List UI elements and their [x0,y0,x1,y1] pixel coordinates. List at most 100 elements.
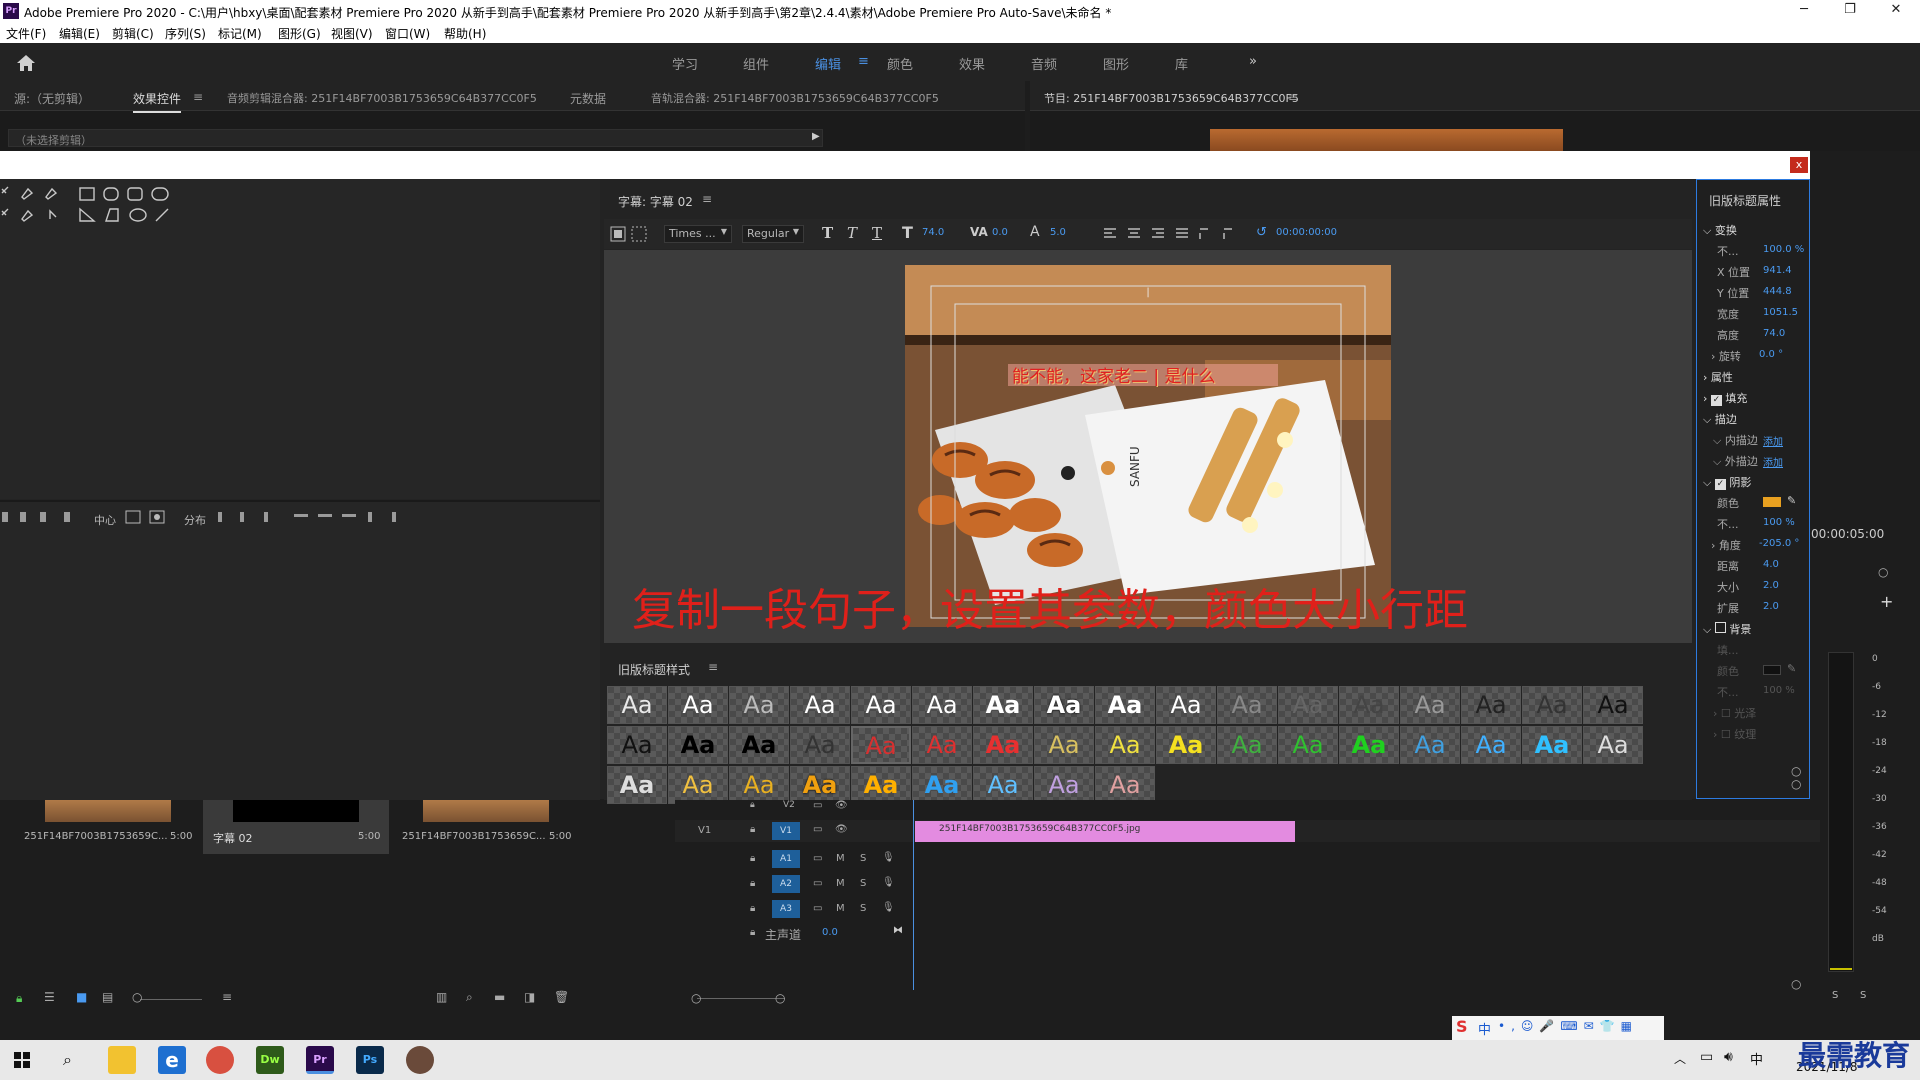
track-a2-mic-icon[interactable]: 🎙︎ [882,877,895,888]
shadow-section[interactable]: ⌵ ✓ 阴影 [1703,474,1751,490]
style-swatch[interactable]: Aa [851,766,911,804]
style-swatch[interactable]: Aa [1095,726,1155,764]
style-swatch[interactable]: Aa [668,766,728,804]
style-swatch[interactable]: Aa [1095,766,1155,804]
workspace-overflow-button[interactable]: » [1249,54,1257,69]
file-explorer-icon[interactable] [108,1046,136,1074]
font-size-value[interactable]: 74.0 [922,227,944,238]
workspace-editing[interactable]: 编辑 [815,54,841,73]
menu-graphics[interactable]: 图形(G) [278,25,321,42]
angle-value[interactable]: -205.0 ° [1759,538,1799,549]
search-icon[interactable]: ⌕ [63,1050,72,1070]
track-a1-lock-icon[interactable]: 🔒︎ [750,853,755,864]
track-v2-eye-icon[interactable]: 👁︎ [835,800,848,811]
lock-icon[interactable]: 🔒︎ [16,991,22,1006]
style-swatch[interactable]: Aa [607,726,667,764]
leading-value[interactable]: 5.0 [1050,227,1066,238]
styles-menu-icon[interactable]: ≡ [708,660,718,674]
style-swatch[interactable]: Aa [1034,766,1094,804]
tray-arrow-icon[interactable]: ︿ [1674,1050,1686,1067]
track-v2-sync-icon[interactable]: ▭ [813,800,822,811]
tab-menu-icon[interactable]: ≡ [193,90,203,104]
align-icons[interactable] [0,510,90,524]
timeline-scroll-handle-3[interactable]: ○ [1791,977,1801,991]
tab-program[interactable]: 节目: 251F14BF7003B1753659C64B377CC0F5 [1044,90,1299,106]
ime-indicator[interactable]: 中 [1750,1049,1763,1068]
track-a1-sync-icon[interactable]: ▭ [813,853,822,864]
angle-row[interactable]: › 角度 [1711,537,1741,553]
style-swatch[interactable]: Aa [1583,726,1643,764]
app-icon[interactable] [206,1046,234,1074]
menu-window[interactable]: 窗口(W) [385,25,430,42]
sort-icon[interactable]: ≡ [222,990,232,1004]
edge-icon[interactable]: e [158,1046,186,1074]
background-checkbox[interactable] [1714,622,1726,633]
titler-timecode[interactable]: 00:00:00:00 [1276,227,1337,238]
new-bin-icon[interactable]: ▬ [494,990,505,1004]
workspace-color[interactable]: 颜色 [887,54,913,73]
style-swatch[interactable]: Aa [729,686,789,724]
style-swatch[interactable]: Aa [1522,726,1582,764]
style-swatch[interactable]: Aa [1156,726,1216,764]
height-value[interactable]: 74.0 [1763,328,1785,339]
rotation-row[interactable]: › 旋转 [1711,348,1741,364]
style-swatch[interactable]: Aa [1095,686,1155,724]
italic-button[interactable]: T [847,224,857,242]
network-icon[interactable]: ▭ [1700,1049,1713,1065]
master-end-icon[interactable]: ⧓ [893,925,903,936]
y-position-value[interactable]: 444.8 [1763,286,1792,297]
workspace-menu-icon[interactable]: ≡ [858,54,869,69]
program-menu-icon[interactable]: ≡ [1288,90,1298,104]
menu-sequence[interactable]: 序列(S) [165,25,206,42]
tab-audio-track-mixer[interactable]: 音轨混合器: 251F14BF7003B1753659C64B377CC0F5 [651,90,939,106]
ime-toolbar[interactable]: S 中 •,☺🎤⌨✉👕▦ [1452,1016,1664,1040]
fill-checkbox[interactable]: ✓ [1710,395,1722,406]
master-volume[interactable]: 0.0 [822,927,838,938]
track-a2-mute[interactable]: M [836,878,845,889]
menu-clip[interactable]: 剪辑(C) [112,25,154,42]
track-v1-lock-icon[interactable]: 🔒︎ [750,824,755,835]
style-swatch[interactable]: Aa [1339,686,1399,724]
style-swatch[interactable]: Aa [790,686,850,724]
master-lock-icon[interactable]: 🔒︎ [750,927,755,938]
width-value[interactable]: 1051.5 [1763,307,1798,318]
tab-source[interactable]: 源:（无剪辑） [14,90,90,107]
attributes-section[interactable]: › 属性 [1703,369,1733,385]
distribute-icons[interactable] [214,510,414,524]
close-window-button[interactable]: ✕ [1876,2,1916,20]
titler-tab-menu-icon[interactable]: ≡ [702,192,712,206]
user-app-icon[interactable] [406,1046,434,1074]
style-swatch[interactable]: Aa [851,726,911,764]
style-swatch[interactable]: Aa [1217,726,1277,764]
source-v1-label[interactable]: V1 [698,825,711,836]
zoom-handle-right[interactable]: ○ [775,991,785,1005]
timeline-timecode[interactable]: 00:00:05:00 [1811,527,1884,541]
zoom-slider-handle[interactable]: ○ [132,990,142,1004]
eyedropper-icon[interactable]: ✎ [1787,494,1796,507]
track-v2-lock-icon[interactable]: 🔒︎ [750,800,755,810]
shadow-checkbox[interactable]: ✓ [1714,479,1726,490]
style-swatch[interactable]: Aa [1339,726,1399,764]
track-a3-sync-icon[interactable]: ▭ [813,903,822,914]
menu-help[interactable]: 帮助(H) [444,25,486,42]
track-a2-solo[interactable]: S [860,878,866,889]
style-swatch[interactable]: Aa [1461,726,1521,764]
zoom-handle-left[interactable]: ○ [691,991,701,1005]
meter-solo-right[interactable]: S [1860,990,1866,1001]
automate-icon[interactable]: ▥ [436,990,447,1004]
fill-section[interactable]: › ✓ 填充 [1703,390,1747,406]
photoshop-icon[interactable]: Ps [356,1046,384,1074]
style-swatch[interactable]: Aa [1034,726,1094,764]
premiere-taskbar-icon[interactable]: Pr [306,1046,334,1074]
track-v1-sync-icon[interactable]: ▭ [813,824,822,835]
style-swatch[interactable]: Aa [1400,686,1460,724]
shadow-opacity-value[interactable]: 100 % [1763,517,1795,528]
titler-close-button[interactable]: x [1790,157,1808,173]
bold-button[interactable]: T [822,224,833,242]
opacity-value[interactable]: 100.0 % [1763,244,1804,255]
style-swatch[interactable]: Aa [973,686,1033,724]
workspace-libraries[interactable]: 库 [1175,54,1188,73]
rotation-value[interactable]: 0.0 ° [1759,349,1783,360]
workspace-assembly[interactable]: 组件 [743,54,769,73]
style-swatch[interactable]: Aa [607,686,667,724]
